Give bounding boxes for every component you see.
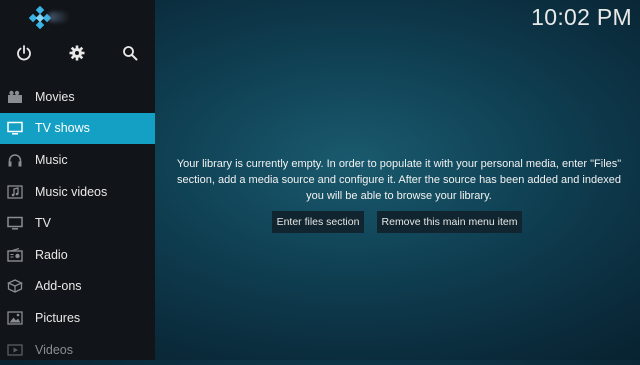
logo-glow <box>48 12 70 22</box>
sidebar-item-music-videos[interactable]: Music videos <box>0 176 155 208</box>
sidebar-item-label: Music videos <box>35 184 108 199</box>
sidebar-item-movies[interactable]: Movies <box>0 81 155 113</box>
headphones-icon <box>6 152 24 168</box>
sidebar-item-addons[interactable]: Add-ons <box>0 271 155 303</box>
addons-box-icon <box>6 278 24 294</box>
sidebar: Movies TV shows Music Music videos TV Ra… <box>0 0 155 360</box>
top-icon-bar <box>0 44 155 64</box>
search-icon[interactable] <box>121 44 139 62</box>
enter-files-section-button[interactable]: Enter files section <box>272 211 364 233</box>
sidebar-item-label: Add-ons <box>35 279 82 294</box>
movies-icon <box>6 89 24 105</box>
sidebar-item-pictures[interactable]: Pictures <box>0 302 155 334</box>
tv-icon <box>6 215 24 231</box>
empty-library-message: Your library is currently empty. In orde… <box>176 158 622 202</box>
sidebar-item-tv[interactable]: TV <box>0 207 155 239</box>
sidebar-item-label: Movies <box>35 89 75 104</box>
power-icon[interactable] <box>15 44 33 62</box>
sidebar-item-label: TV <box>35 216 51 231</box>
videos-icon <box>6 342 24 358</box>
sidebar-item-tv-shows[interactable]: TV shows <box>0 112 155 145</box>
radio-icon <box>6 247 24 263</box>
sidebar-item-label: Videos <box>35 342 73 357</box>
remove-main-menu-item-button[interactable]: Remove this main menu item <box>377 211 522 233</box>
main-menu: Movies TV shows Music Music videos TV Ra… <box>0 81 155 365</box>
pictures-icon <box>6 310 24 326</box>
sidebar-item-videos[interactable]: Videos <box>0 334 155 365</box>
tv-shows-icon <box>6 120 24 136</box>
sidebar-item-label: TV shows <box>35 121 90 136</box>
clock: 10:02 PM <box>531 4 632 30</box>
sidebar-item-label: Pictures <box>35 310 81 325</box>
sidebar-item-label: Radio <box>35 247 68 262</box>
sidebar-item-label: Music <box>35 152 68 167</box>
settings-gear-icon[interactable] <box>68 44 86 62</box>
music-videos-icon <box>6 184 24 200</box>
sidebar-item-music[interactable]: Music <box>0 144 155 176</box>
sidebar-item-radio[interactable]: Radio <box>0 239 155 271</box>
